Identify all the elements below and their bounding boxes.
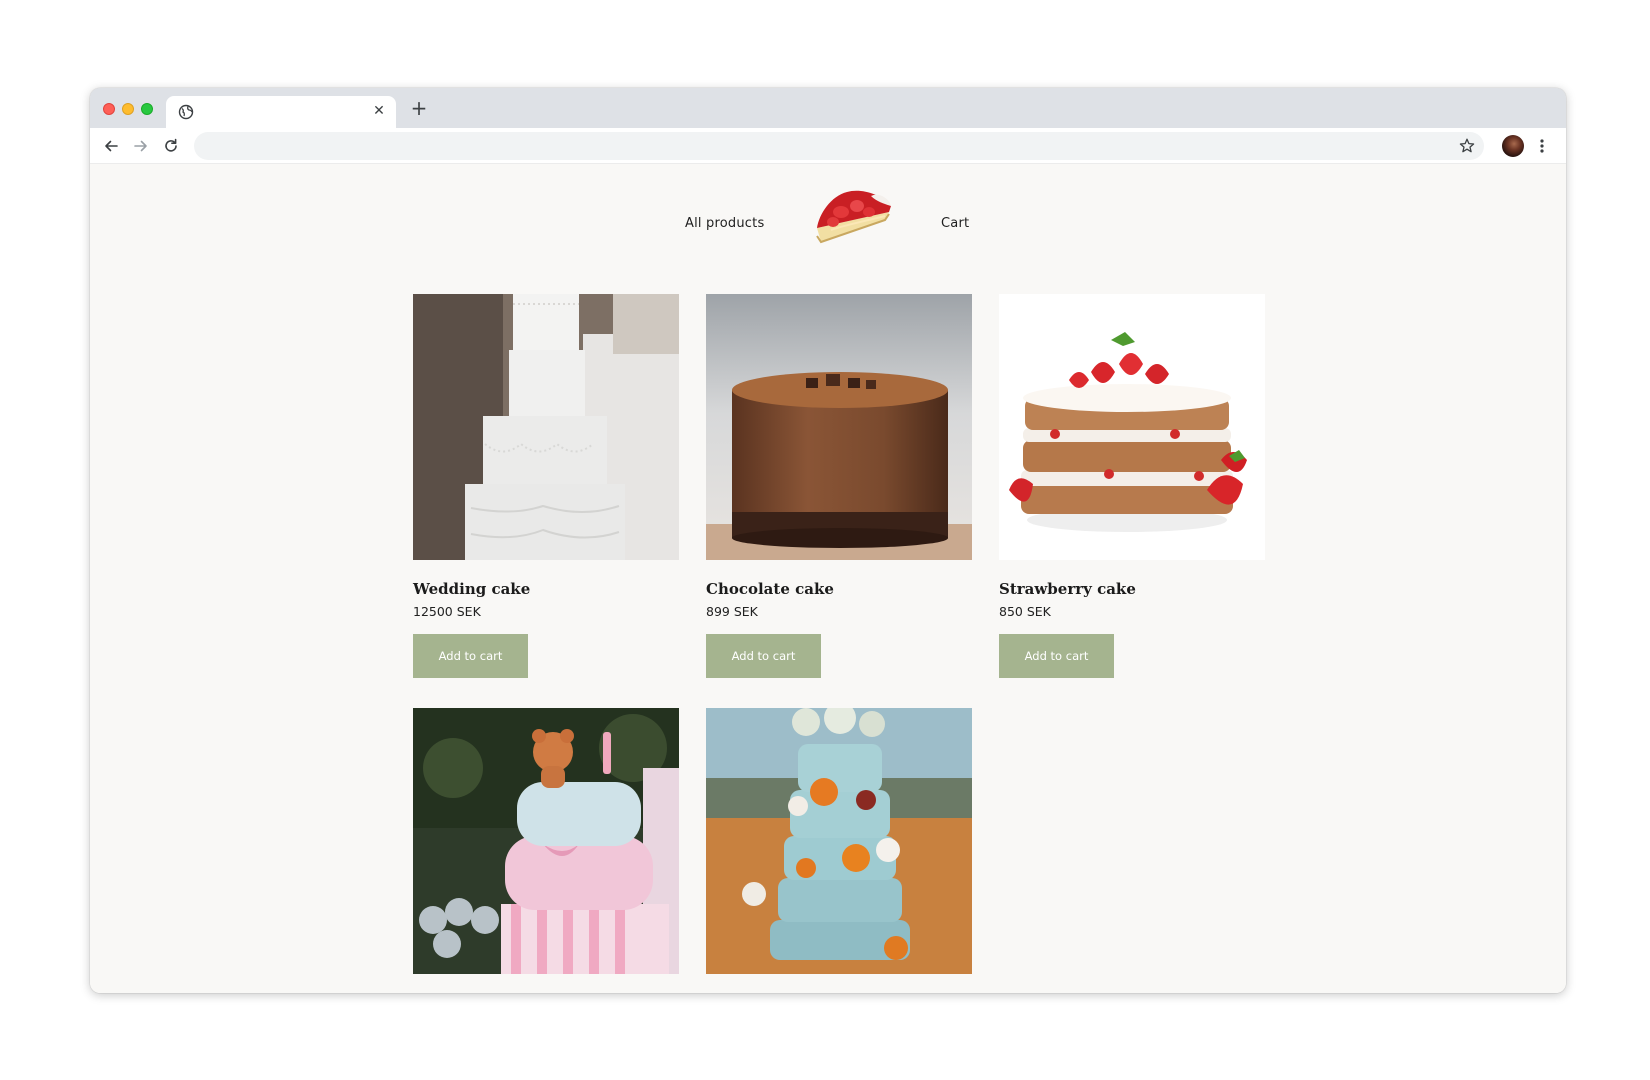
profile-avatar[interactable] xyxy=(1502,135,1524,157)
product-price: 12500 SEK xyxy=(413,604,481,619)
shop-page: All products Cart Wedding cake 12500 SEK… xyxy=(90,164,1566,993)
chocolate-cake-image[interactable] xyxy=(706,294,972,560)
globe-icon xyxy=(178,104,194,120)
product-card-wedding-cake: Wedding cake 12500 SEK Add to cart xyxy=(413,294,679,678)
product-price: 850 SEK xyxy=(999,604,1051,619)
browser-window: ✕ + All products Cart Wedding cake 12500… xyxy=(90,88,1566,993)
add-to-cart-button[interactable]: Add to cart xyxy=(413,634,528,678)
address-bar[interactable] xyxy=(194,132,1484,160)
wedding-cake-image[interactable] xyxy=(413,294,679,560)
product-card-chocolate-cake: Chocolate cake 899 SEK Add to cart xyxy=(706,294,972,678)
tab-strip: ✕ + xyxy=(90,88,1566,128)
reload-icon[interactable] xyxy=(160,135,182,157)
product-name[interactable]: Wedding cake xyxy=(413,580,679,598)
menu-icon[interactable] xyxy=(1536,135,1548,157)
minimize-window-button[interactable] xyxy=(122,103,134,115)
product-card-strawberry-cake: Strawberry cake 850 SEK Add to cart xyxy=(999,294,1265,678)
strawberry-cake-image[interactable] xyxy=(999,294,1265,560)
product-card-4 xyxy=(413,708,679,974)
close-window-button[interactable] xyxy=(103,103,115,115)
forward-icon[interactable] xyxy=(130,135,152,157)
add-to-cart-button[interactable]: Add to cart xyxy=(999,634,1114,678)
product-name[interactable]: Chocolate cake xyxy=(706,580,972,598)
product-price: 899 SEK xyxy=(706,604,758,619)
browser-tab[interactable]: ✕ xyxy=(166,96,396,128)
add-to-cart-button[interactable]: Add to cart xyxy=(706,634,821,678)
nav-cart-link[interactable]: Cart xyxy=(941,216,969,231)
teddy-bear-cake-image[interactable] xyxy=(413,708,679,974)
maximize-window-button[interactable] xyxy=(141,103,153,115)
cake-slice-logo[interactable] xyxy=(811,186,897,254)
browser-toolbar xyxy=(90,128,1566,164)
site-navigation: All products Cart xyxy=(90,164,1566,294)
orange-naked-cake-image[interactable] xyxy=(706,708,972,974)
close-icon[interactable]: ✕ xyxy=(370,102,388,120)
plus-icon[interactable]: + xyxy=(408,97,430,119)
star-icon[interactable] xyxy=(1458,137,1476,155)
back-icon[interactable] xyxy=(100,135,122,157)
product-name[interactable]: Strawberry cake xyxy=(999,580,1265,598)
product-card-5 xyxy=(706,708,972,974)
nav-all-products-link[interactable]: All products xyxy=(685,216,764,231)
